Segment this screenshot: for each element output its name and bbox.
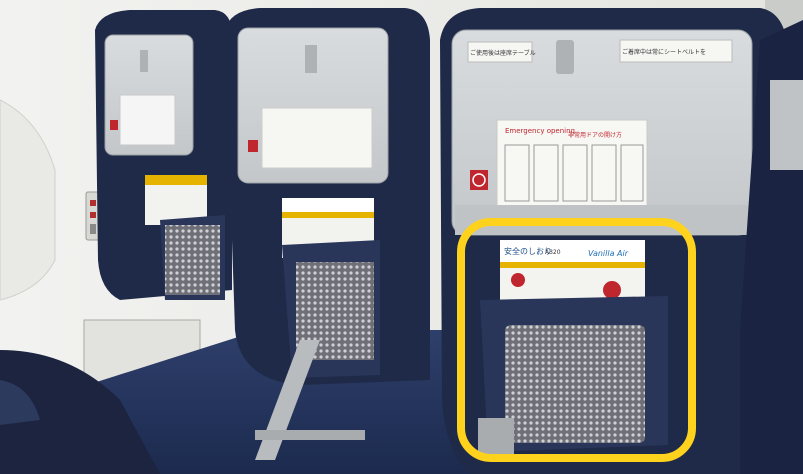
cabin-photo: ご使用後は座席テーブル ご着席中は常にシートベルトを Emergency ope… <box>0 0 803 474</box>
seat-back-front: ご使用後は座席テーブル ご着席中は常にシートベルトを Emergency ope… <box>440 8 788 474</box>
emergency-placard: Emergency opening 非常用ドアの開け方 <box>470 119 648 213</box>
no-phone-icon-card <box>603 281 621 299</box>
cabin-scene-svg: ご使用後は座席テーブル ご着席中は常にシートベルトを Emergency ope… <box>0 0 803 474</box>
seat-back-far <box>95 10 232 300</box>
placard-title-en: Emergency opening <box>505 127 575 135</box>
placard-title-ja: 非常用ドアの開け方 <box>568 131 622 139</box>
no-smoking-icon-card <box>511 273 525 287</box>
tray-label-left: ご使用後は座席テーブル <box>470 49 536 57</box>
tray-label-right: ご着席中は常にシートベルトを <box>622 48 706 56</box>
safety-card-model: A320 <box>545 249 561 256</box>
safety-card-brand: Vanilla Air <box>588 249 629 258</box>
pocket-mesh <box>505 325 645 443</box>
